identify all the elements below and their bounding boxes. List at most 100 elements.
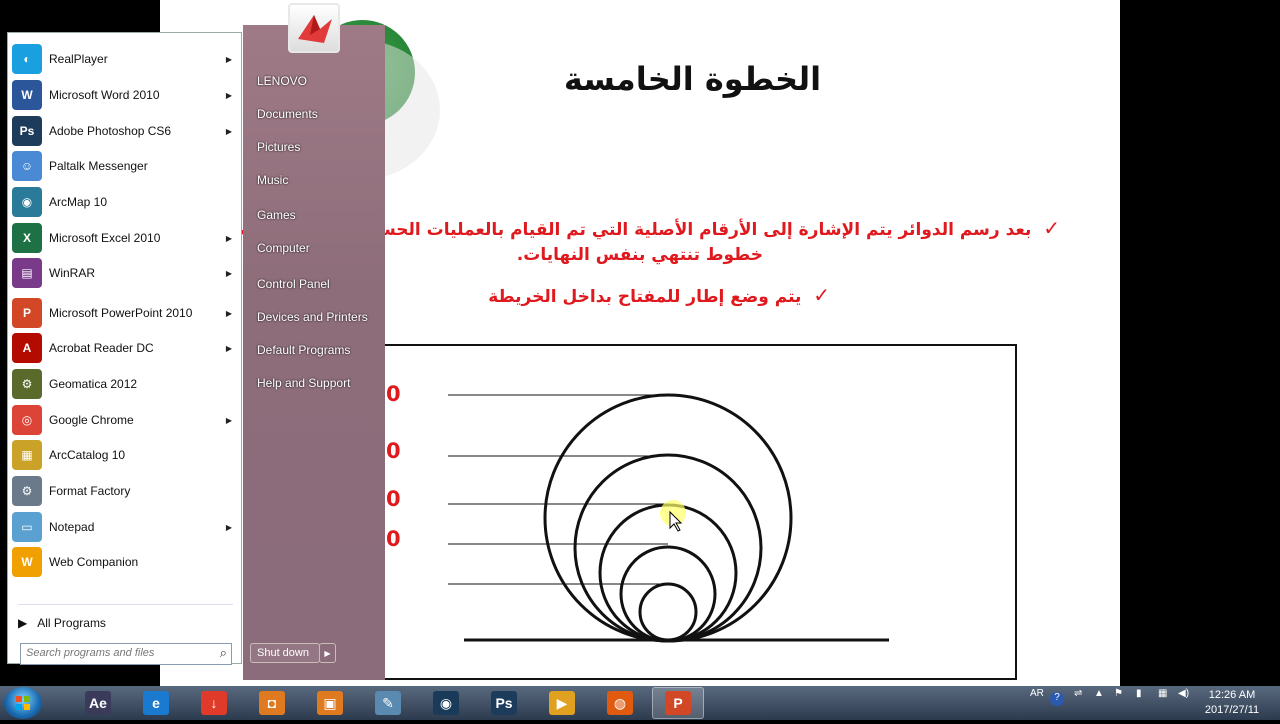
program-item[interactable]: A Acrobat Reader DC ▶ [12,331,238,365]
submenu-arrow-icon: ▶ [225,233,232,243]
network-icon[interactable]: ▦ [1158,688,1167,699]
powerpoint-icon: P [12,298,42,328]
shutdown-options-button[interactable]: ▶ [319,643,336,663]
program-item[interactable]: ▭ Notepad ▶ [12,510,238,544]
volume-icon[interactable]: ◀) [1178,688,1189,699]
tray-icon[interactable]: ⇌ [1074,688,1082,699]
user-avatar[interactable] [288,3,340,53]
program-item[interactable]: ▦ ArcCatalog 10 [12,438,238,472]
triangle-right-icon: ▶ [324,648,331,658]
excel-icon: X [12,223,42,253]
taskbar-app-internet-explorer[interactable]: e [130,687,182,719]
start-menu-program-list: ◐ RealPlayer ▶ W Microsoft Word 2010 ▶ Ps Adobe… [7,32,242,664]
chrome-icon: ◎ [12,405,42,435]
circle-5000 [638,582,698,642]
acrobat-icon: A [12,333,42,363]
search-icon: ⌕ [219,645,227,660]
submenu-arrow-icon: ▶ [225,522,232,532]
program-label: Format Factory [49,484,131,498]
program-item[interactable]: ⚙ Geomatica 2012 [12,367,238,401]
program-item[interactable]: P Microsoft PowerPoint 2010 ▶ [12,296,238,330]
help-icon[interactable]: ? [1050,692,1064,706]
taskbar-app-paint[interactable]: ✎ [362,687,414,719]
start-link-devices-printers[interactable]: Devices and Printers [257,310,368,324]
taskbar-app-screen-recorder[interactable]: ◘ [246,687,298,719]
taskbar-app-screenshot-tool[interactable]: ▣ [304,687,356,719]
power-icon[interactable]: ▮ [1136,688,1142,699]
windows-logo-icon [16,696,30,710]
program-label: Geomatica 2012 [49,377,138,391]
flag-icon[interactable]: ⚑ [1114,688,1123,699]
right-black-bar [1120,0,1280,686]
taskbar-app-photoshop[interactable]: Ps [478,687,530,719]
geomatica-icon: ⚙ [12,369,42,399]
taskbar-app-powerpoint[interactable]: P [652,687,704,719]
submenu-arrow-icon: ▶ [225,343,232,353]
paltalk-icon: ☺ [12,151,42,181]
legend-value-80000: 0 [386,382,401,406]
program-item[interactable]: ◉ ArcMap 10 [12,185,238,219]
start-link-music[interactable]: Music [257,173,288,187]
divider [18,604,233,605]
program-item[interactable]: ▤ WinRAR ▶ [12,256,238,290]
start-link-user[interactable]: LENOVO [257,74,307,88]
start-link-control-panel[interactable]: Control Panel [257,277,330,291]
format-factory-icon: ⚙ [12,476,42,506]
submenu-arrow-icon: ▶ [225,54,232,64]
program-label: ArcMap 10 [49,195,108,209]
program-item[interactable]: Ps Adobe Photoshop CS6 ▶ [12,114,238,148]
realplayer-icon: ◐ [12,44,42,74]
screenshot-tool-icon: ▣ [317,691,343,715]
start-link-documents[interactable]: Documents [257,107,318,121]
media-player-icon: ◉ [433,691,459,715]
taskbar-app-firefox[interactable]: ◍ [594,687,646,719]
program-label: Acrobat Reader DC [49,341,154,355]
all-programs-button[interactable]: ▶ All Programs [18,616,106,630]
program-label: Adobe Photoshop CS6 [49,124,172,138]
language-indicator[interactable]: AR [1030,688,1044,699]
start-link-default-programs[interactable]: Default Programs [257,343,350,357]
program-item[interactable]: ◐ RealPlayer ▶ [12,42,238,76]
program-item[interactable]: ◎ Google Chrome ▶ [12,403,238,437]
arccatalog-icon: ▦ [12,440,42,470]
start-link-computer[interactable]: Computer [257,241,310,255]
taskbar-app-media-player[interactable]: ◉ [420,687,472,719]
taskbar-app-after-effects[interactable]: Ae [72,687,124,719]
program-item[interactable]: ⚙ Format Factory [12,474,238,508]
screen-recorder-icon: ◘ [259,691,285,715]
start-button[interactable] [4,687,42,719]
start-link-pictures[interactable]: Pictures [257,140,300,154]
start-link-help-support[interactable]: Help and Support [257,376,350,390]
submenu-arrow-icon: ▶ [225,268,232,278]
internet-explorer-icon: e [143,691,169,715]
program-item[interactable]: W Web Companion [12,545,238,579]
program-item[interactable]: ☺ Paltalk Messenger [12,149,238,183]
clock-date: 2017/27/11 [1204,704,1260,716]
start-link-games[interactable]: Games [257,208,296,222]
start-search-input[interactable]: Search programs and files ⌕ [20,643,232,665]
program-label: ArcCatalog 10 [49,448,126,462]
program-label: Notepad [49,520,95,534]
program-label: Web Companion [49,555,139,569]
start-menu-right-pane: LENOVO Documents Pictures Music Games Co… [243,25,385,680]
winrar-icon: ▤ [12,258,42,288]
show-hidden-icons-icon[interactable]: ▲ [1094,688,1104,699]
program-label: Google Chrome [49,413,134,427]
program-label: Paltalk Messenger [49,159,148,173]
notepad-icon: ▭ [12,512,42,542]
photoshop-icon: Ps [12,116,42,146]
taskbar-app-downloader[interactable]: ↓ [188,687,240,719]
submenu-arrow-icon: ▶ [225,308,232,318]
search-placeholder: Search programs and files [26,647,155,659]
taskbar-app-video-player[interactable]: ▶ [536,687,588,719]
word-icon: W [12,80,42,110]
system-clock[interactable]: 12:26 AM 2017/27/11 [1196,688,1268,718]
program-item[interactable]: W Microsoft Word 2010 ▶ [12,78,238,112]
web-companion-icon: W [12,547,42,577]
shutdown-button[interactable]: Shut down [250,643,320,663]
program-item[interactable]: X Microsoft Excel 2010 ▶ [12,221,238,255]
arcmap-icon: ◉ [12,187,42,217]
program-label: Microsoft PowerPoint 2010 [49,306,193,320]
paint-icon: ✎ [375,691,401,715]
photoshop-icon: Ps [491,691,517,715]
